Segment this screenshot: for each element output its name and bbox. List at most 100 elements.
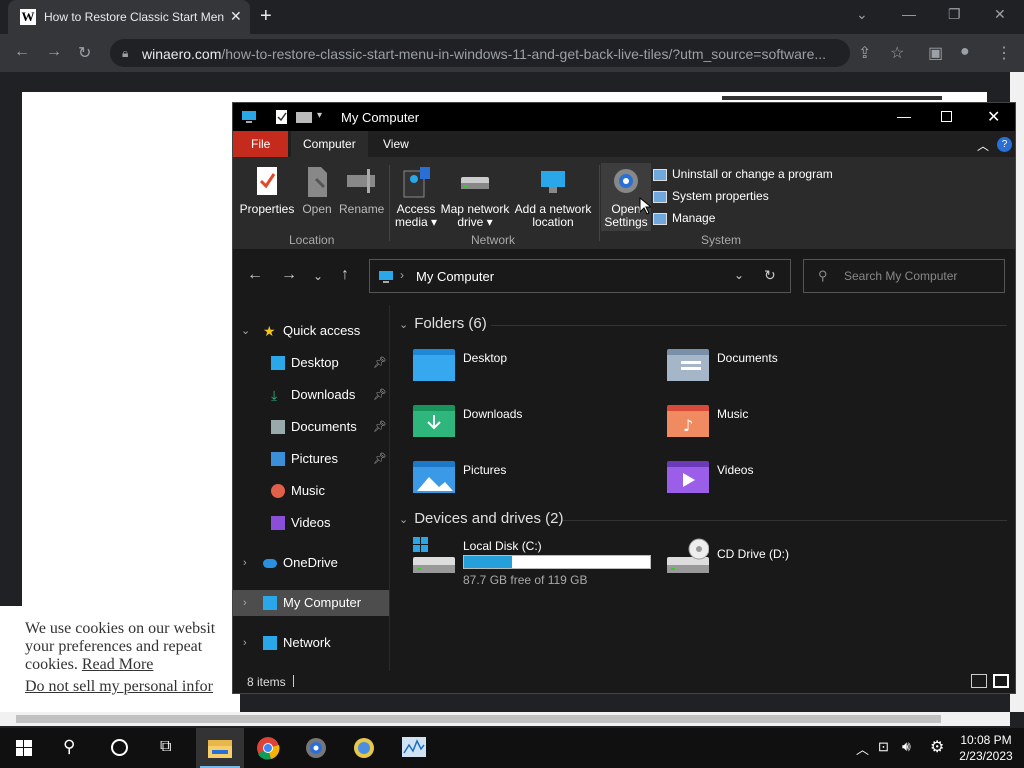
sidebar-item-videos[interactable]: Videos [233, 510, 389, 536]
sidebar-item-music[interactable]: Music [233, 478, 389, 504]
close-tab-icon[interactable]: ✕ [230, 8, 242, 25]
explorer-close-icon[interactable]: ✕ [987, 107, 1000, 127]
read-more-link[interactable]: Read More [82, 656, 154, 673]
folder-music[interactable]: ♪ Music [667, 401, 907, 445]
search-box[interactable]: ⚲ Search My Computer [803, 259, 1005, 293]
explorer-maximize-icon[interactable] [941, 111, 952, 122]
horizontal-scrollbar[interactable] [0, 712, 1010, 726]
taskbar-resource-monitor[interactable] [390, 728, 438, 768]
cortana-icon[interactable] [111, 739, 128, 756]
tab-file[interactable]: File [233, 131, 289, 157]
windows-start-icon[interactable] [16, 740, 32, 756]
bookmark-star-icon[interactable]: ☆ [890, 43, 904, 63]
sidebar-item-onedrive[interactable]: › OneDrive [233, 550, 389, 576]
qat-dropdown-icon[interactable]: ▾ [317, 110, 322, 121]
desktop-folder-icon [413, 349, 455, 381]
tab-search-icon[interactable]: ⌄ [856, 6, 868, 23]
folder-downloads[interactable]: Downloads [413, 401, 653, 445]
minimize-icon[interactable]: — [902, 6, 916, 22]
forward-arrow-icon[interactable]: → [281, 266, 297, 284]
details-view-icon[interactable] [971, 674, 987, 688]
back-icon[interactable]: ← [14, 43, 30, 61]
pictures-folder-icon [413, 461, 455, 493]
map-network-drive-button[interactable]: Map network drive ▾ [439, 165, 511, 229]
folder-videos[interactable]: Videos [667, 457, 907, 501]
new-folder-qat-icon[interactable] [295, 110, 313, 124]
forward-icon[interactable]: → [46, 43, 62, 61]
profile-icon[interactable]: ● [960, 43, 970, 61]
properties-button[interactable]: Properties [239, 165, 295, 216]
collapse-ribbon-icon[interactable]: ︿ [977, 137, 989, 154]
rename-button[interactable]: Rename [339, 165, 384, 216]
expand-chevron-icon[interactable]: ⌄ [241, 318, 250, 344]
uninstall-label: Uninstall or change a program [672, 167, 833, 181]
volume-icon[interactable]: 🔊︎ [902, 738, 911, 755]
explorer-minimize-icon[interactable]: — [897, 108, 911, 124]
collapse-chevron-icon[interactable]: ⌄ [399, 514, 408, 526]
browser-tab[interactable]: W How to Restore Classic Start Menu ✕ [8, 0, 250, 34]
sidebar-item-documents[interactable]: Documents 📌︎ [233, 414, 389, 440]
folders-header[interactable]: ⌄ Folders (6) [399, 315, 487, 332]
back-arrow-icon[interactable]: ← [247, 266, 263, 284]
sidebar-item-downloads[interactable]: ⤓ Downloads 📌︎ [233, 382, 389, 408]
up-arrow-icon[interactable]: ↑ [341, 266, 349, 284]
network-status-icon[interactable]: ⊡ [878, 739, 889, 755]
taskbar-file-explorer[interactable] [196, 728, 244, 768]
drive-c-free: 87.7 GB free of 119 GB [463, 573, 588, 587]
system-properties-button[interactable]: System properties [653, 189, 769, 203]
address-dropdown-icon[interactable]: ⌄ [734, 268, 744, 282]
sidebar-label: Pictures [291, 451, 338, 466]
sidebar-item-network[interactable]: › Network [233, 630, 389, 656]
resource-monitor-icon [402, 737, 426, 757]
sidebar-item-quick-access[interactable]: ⌄ ★ Quick access [233, 318, 389, 344]
search-taskbar-icon[interactable]: ⚲ [63, 737, 75, 757]
properties-qat-icon[interactable] [275, 109, 289, 125]
reload-icon[interactable]: ↻ [78, 43, 91, 63]
lock-icon: 🔒︎ [122, 46, 129, 60]
open-button[interactable]: Open [297, 165, 337, 216]
taskbar-settings[interactable] [292, 728, 340, 768]
address-bar[interactable]: › My Computer ⌄ ↻ [369, 259, 791, 293]
drive-d[interactable]: CD Drive (D:) [667, 537, 907, 581]
expand-chevron-icon[interactable]: › [243, 550, 247, 576]
restore-icon[interactable]: ❐ [948, 6, 961, 23]
sidebar-item-desktop[interactable]: Desktop 📌︎ [233, 350, 389, 376]
settings-tray-icon[interactable]: ⚙ [930, 737, 944, 757]
task-view-icon[interactable]: ⧉ [160, 738, 171, 756]
breadcrumb-chevron-icon[interactable]: › [400, 268, 404, 282]
taskbar-app[interactable] [340, 728, 388, 768]
sidebar-label: Desktop [291, 355, 339, 370]
folder-pictures[interactable]: Pictures [413, 457, 653, 501]
expand-chevron-icon[interactable]: › [243, 630, 247, 656]
collapse-chevron-icon[interactable]: ⌄ [399, 319, 408, 331]
taskbar-chrome[interactable] [244, 728, 292, 768]
manage-button[interactable]: Manage [653, 211, 715, 225]
close-window-icon[interactable]: ✕ [994, 6, 1006, 23]
refresh-icon[interactable]: ↻ [764, 267, 776, 284]
url-bar[interactable]: 🔒︎ winaero.com/how-to-restore-classic-st… [110, 39, 850, 67]
scroll-thumb[interactable] [16, 715, 941, 723]
expand-chevron-icon[interactable]: › [243, 590, 247, 616]
large-icons-view-icon[interactable] [993, 674, 1009, 688]
sidepanel-icon[interactable]: ▣ [928, 43, 943, 63]
add-network-location-button[interactable]: Add a network location [513, 165, 593, 229]
help-icon[interactable]: ? [997, 137, 1012, 152]
sidebar-item-my-computer[interactable]: › My Computer [233, 590, 389, 616]
menu-icon[interactable]: ⋮ [996, 43, 1012, 63]
show-hidden-icons[interactable]: ︿ [856, 739, 869, 758]
folder-desktop[interactable]: Desktop [413, 345, 653, 389]
tab-view[interactable]: View [371, 131, 421, 157]
devices-header[interactable]: ⌄ Devices and drives (2) [399, 510, 563, 527]
uninstall-program-button[interactable]: Uninstall or change a program [653, 167, 833, 181]
access-media-button[interactable]: Access media ▾ [393, 165, 439, 229]
do-not-sell-link[interactable]: Do not sell my personal infor [25, 678, 213, 695]
pin-icon: 📌︎ [373, 453, 387, 465]
sidebar-item-pictures[interactable]: Pictures 📌︎ [233, 446, 389, 472]
recent-locations-icon[interactable]: ⌄ [313, 269, 323, 283]
tab-computer[interactable]: Computer [291, 131, 368, 157]
system-clock[interactable]: 10:08 PM 2/23/2023 [950, 732, 1022, 764]
drive-c[interactable]: Local Disk (C:) 87.7 GB free of 119 GB [413, 537, 653, 587]
new-tab-icon[interactable]: + [260, 5, 272, 28]
folder-documents[interactable]: Documents [667, 345, 907, 389]
share-icon[interactable]: ⇪ [858, 43, 871, 63]
